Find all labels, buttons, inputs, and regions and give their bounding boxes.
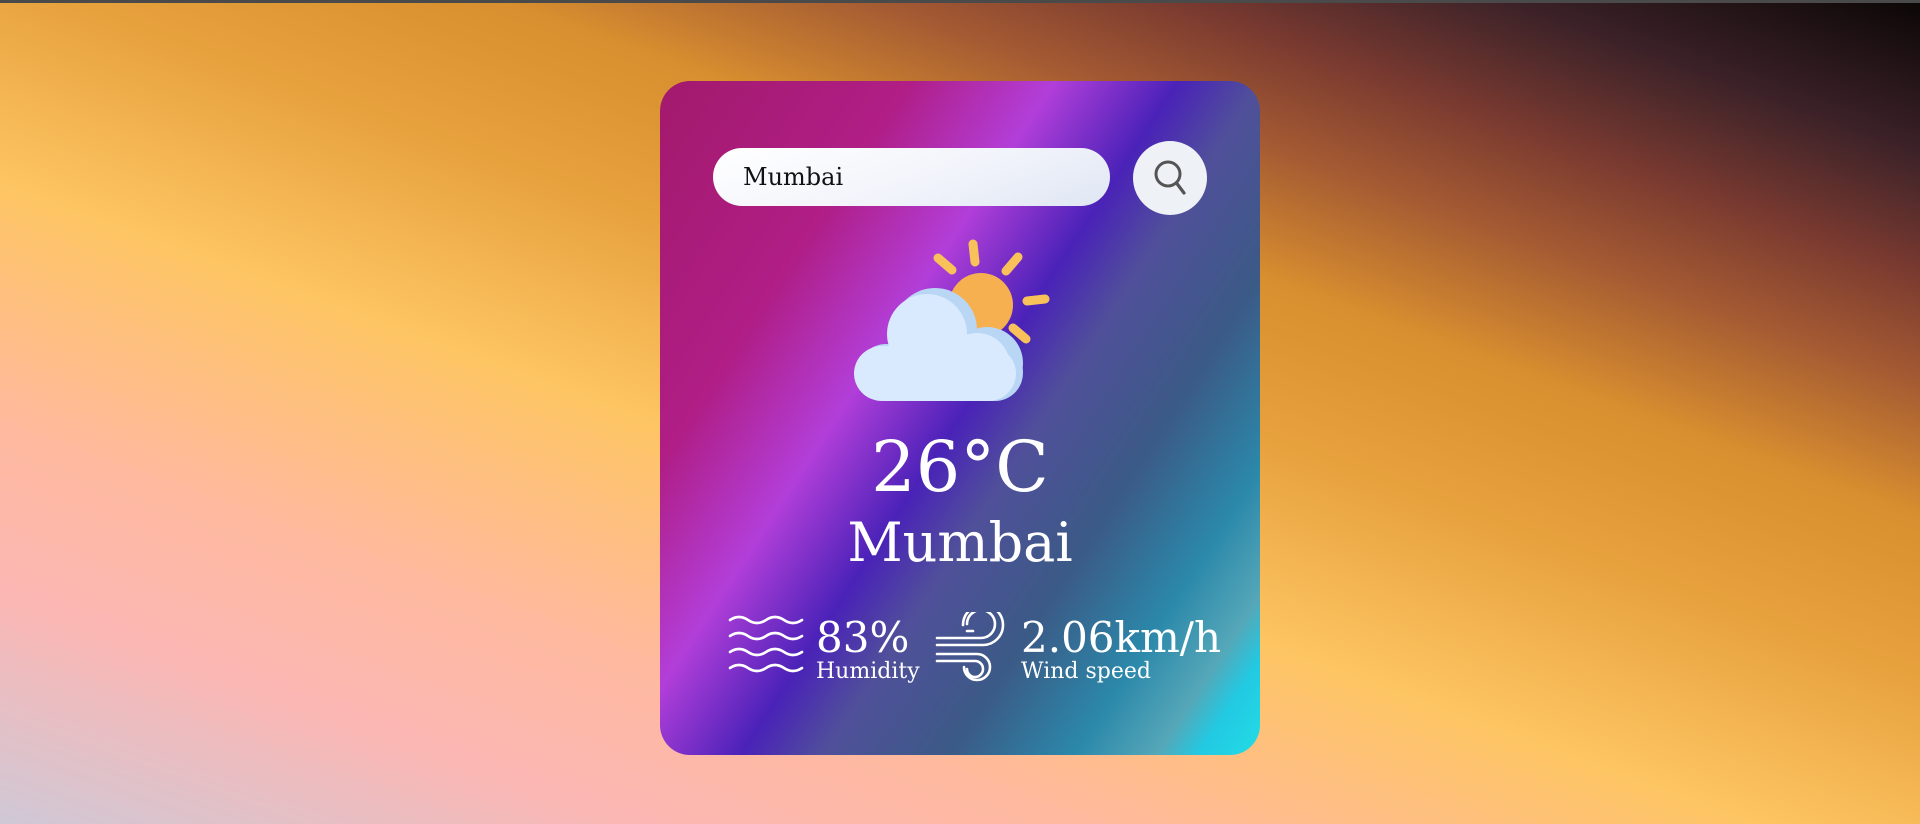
humidity-value: 83%: [816, 613, 910, 662]
city-name: Mumbai: [847, 511, 1073, 574]
humidity-waves-icon: [728, 615, 804, 673]
weather-details: 83% Humidity 2.06km/h Wind speed: [728, 612, 1248, 702]
partly-cloudy-icon: [854, 239, 1050, 401]
search-icon: [1154, 160, 1186, 195]
city-search-input[interactable]: [713, 148, 1110, 206]
wind-speed-label: Wind speed: [1021, 659, 1152, 684]
weather-card: 26°C Mumbai 83% Humidity: [660, 81, 1260, 755]
wind-speed-value: 2.06km/h: [1021, 613, 1221, 662]
humidity-label: Humidity: [816, 659, 920, 684]
humidity-detail: 83% Humidity: [728, 612, 920, 684]
browser-top-edge: [0, 0, 1920, 3]
temperature: 26°C: [871, 426, 1049, 508]
wind-icon: [935, 612, 1005, 682]
search-button[interactable]: [1133, 141, 1207, 215]
wind-detail: 2.06km/h Wind speed: [933, 612, 1221, 688]
